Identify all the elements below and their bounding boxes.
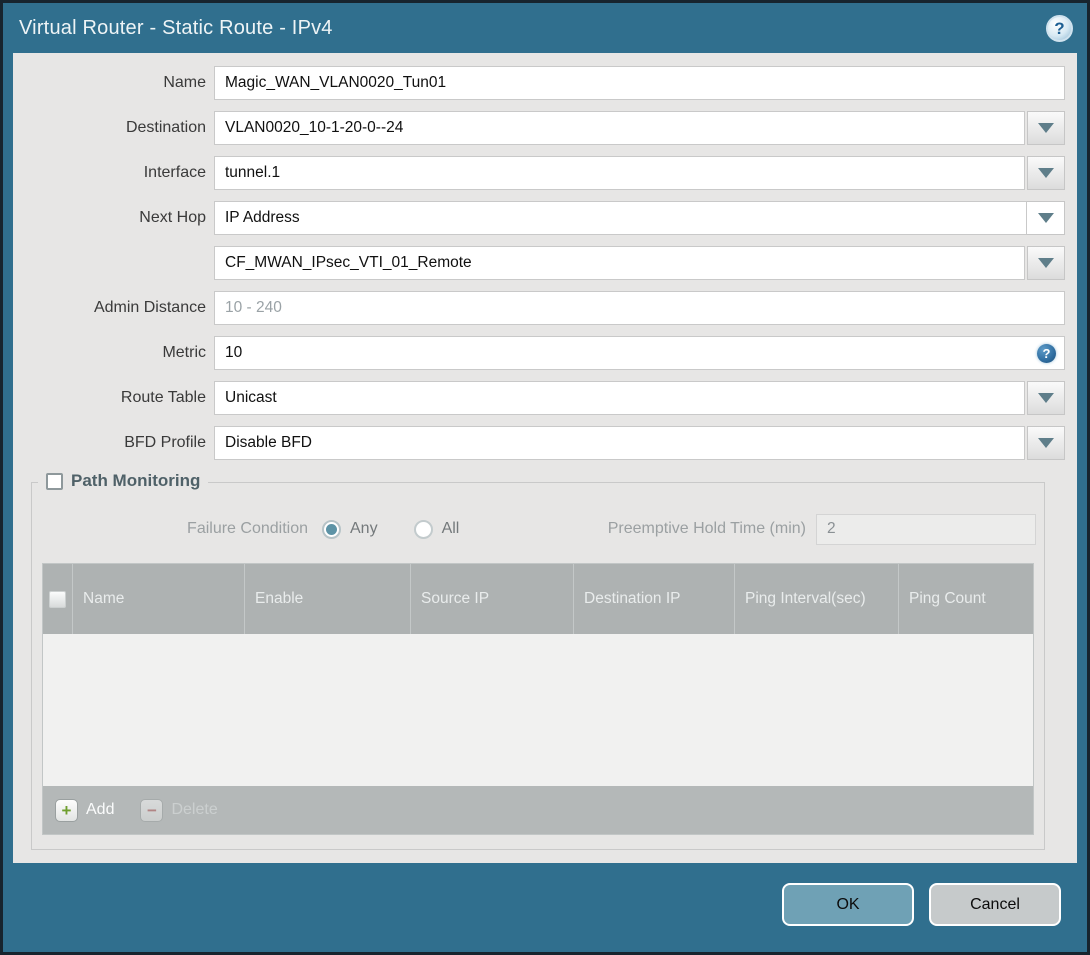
admin-distance-input[interactable]	[214, 291, 1065, 325]
add-button-label: Add	[86, 801, 115, 818]
failure-condition-any-radio[interactable]	[322, 519, 341, 539]
add-button[interactable]: + Add	[55, 798, 115, 822]
next-hop-address-input[interactable]: CF_MWAN_IPsec_VTI_01_Remote	[214, 246, 1025, 280]
bfd-profile-select[interactable]: Disable BFD	[214, 426, 1025, 460]
next-hop-address-dropdown-button[interactable]	[1027, 246, 1065, 280]
chevron-down-icon	[1038, 168, 1054, 178]
chevron-down-icon	[1037, 213, 1054, 223]
table-toolbar: + Add − Delete	[43, 786, 1033, 834]
column-header-ping-interval: Ping Interval(sec)	[735, 564, 899, 634]
destination-dropdown-button[interactable]	[1027, 111, 1065, 145]
next-hop-row: Next Hop IP Address	[13, 201, 1065, 235]
bfd-profile-label: BFD Profile	[124, 434, 206, 451]
route-table-row: Route Table Unicast	[13, 381, 1065, 415]
dialog-footer: OK Cancel	[3, 863, 1087, 952]
metric-input[interactable]	[214, 336, 1065, 370]
preemptive-hold-time-input[interactable]	[816, 513, 1036, 545]
chevron-down-icon	[1038, 258, 1054, 268]
failure-condition-all-radio[interactable]	[413, 519, 433, 539]
dialog-title: Virtual Router - Static Route - IPv4	[19, 16, 333, 39]
cancel-button[interactable]: Cancel	[929, 883, 1061, 926]
static-route-dialog: Virtual Router - Static Route - IPv4 ? N…	[0, 0, 1090, 955]
next-hop-address-row: CF_MWAN_IPsec_VTI_01_Remote	[13, 246, 1065, 280]
column-header-enable: Enable	[245, 564, 411, 634]
interface-row: Interface tunnel.1	[13, 156, 1065, 190]
next-hop-select[interactable]: IP Address	[214, 201, 1027, 235]
column-header-destination-ip: Destination IP	[574, 564, 735, 634]
next-hop-dropdown-button[interactable]	[1027, 201, 1065, 235]
table-body-empty	[43, 634, 1033, 786]
dialog-title-bar: Virtual Router - Static Route - IPv4 ?	[3, 3, 1087, 53]
metric-help-icon[interactable]: ?	[1037, 344, 1056, 363]
minus-icon: −	[140, 798, 164, 822]
ok-button[interactable]: OK	[782, 883, 914, 926]
failure-condition-all-label: All	[441, 520, 460, 537]
plus-icon: +	[55, 798, 78, 822]
bfd-profile-row: BFD Profile Disable BFD	[13, 426, 1065, 460]
metric-row: Metric ?	[13, 336, 1065, 370]
delete-button-label: Delete	[171, 801, 218, 818]
column-header-source-ip: Source IP	[411, 564, 574, 634]
preemptive-hold-time-label: Preemptive Hold Time (min)	[607, 520, 806, 537]
dialog-body: Name Destination VLAN0020_10-1-20-0--24 …	[13, 53, 1077, 863]
destination-row: Destination VLAN0020_10-1-20-0--24	[13, 111, 1065, 145]
select-all-checkbox[interactable]	[49, 590, 66, 608]
interface-input[interactable]: tunnel.1	[214, 156, 1025, 190]
next-hop-label: Next Hop	[139, 209, 206, 226]
table-header-row: Name Enable Source IP Destination IP Pin…	[43, 564, 1033, 634]
column-header-ping-count: Ping Count	[909, 590, 986, 608]
admin-distance-label: Admin Distance	[93, 299, 206, 316]
path-monitoring-checkbox[interactable]	[46, 472, 63, 490]
delete-button[interactable]: − Delete	[140, 798, 218, 822]
path-monitoring-fieldset: Path Monitoring Failure Condition Any Al…	[31, 471, 1045, 850]
route-table-select[interactable]: Unicast	[214, 381, 1025, 415]
path-monitoring-legend: Path Monitoring	[38, 471, 209, 491]
chevron-down-icon	[1038, 123, 1054, 133]
route-table-label: Route Table	[120, 389, 206, 406]
bfd-profile-dropdown-button[interactable]	[1027, 426, 1065, 460]
admin-distance-row: Admin Distance	[13, 291, 1065, 325]
name-row: Name	[13, 66, 1065, 100]
path-monitoring-title: Path Monitoring	[71, 471, 201, 490]
interface-dropdown-button[interactable]	[1027, 156, 1065, 190]
select-all-cell	[43, 564, 73, 634]
name-label: Name	[163, 74, 206, 91]
path-monitoring-table: Name Enable Source IP Destination IP Pin…	[42, 563, 1034, 835]
chevron-down-icon	[1038, 438, 1054, 448]
route-table-dropdown-button[interactable]	[1027, 381, 1065, 415]
failure-condition-row: Failure Condition Any All Preemptive Hol…	[40, 513, 1036, 545]
column-header-name: Name	[73, 564, 245, 634]
chevron-down-icon	[1038, 393, 1054, 403]
destination-input[interactable]: VLAN0020_10-1-20-0--24	[214, 111, 1025, 145]
name-input[interactable]	[214, 66, 1065, 100]
failure-condition-any-label: Any	[350, 520, 378, 537]
help-icon[interactable]: ?	[1046, 14, 1073, 42]
failure-condition-label: Failure Condition	[187, 520, 308, 537]
metric-label: Metric	[162, 344, 206, 361]
destination-label: Destination	[125, 119, 206, 136]
interface-label: Interface	[143, 164, 206, 181]
